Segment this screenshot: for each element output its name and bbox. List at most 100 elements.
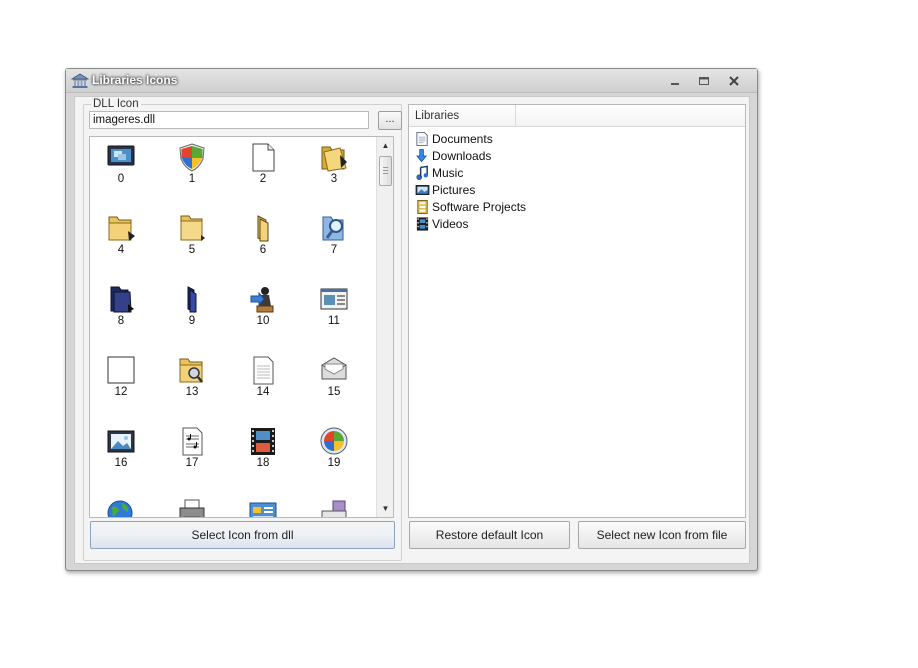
picture-frame-icon <box>107 430 135 453</box>
minimize-icon[interactable] <box>667 75 683 87</box>
restore-default-icon-button[interactable]: Restore default Icon <box>409 521 570 549</box>
dll-icon-list[interactable]: 01234567891011121314151617181920212223 ▲… <box>89 136 394 518</box>
window-title: Libraries Icons <box>92 73 178 87</box>
folder-side-icon <box>257 215 269 242</box>
select-icon-from-dll-button[interactable]: Select Icon from dll <box>90 521 395 549</box>
icon-index-label: 9 <box>188 315 196 327</box>
icon-cell-22[interactable]: 22 <box>238 493 288 517</box>
icon-cell-3[interactable]: 3 <box>309 138 359 198</box>
icon-cell-20[interactable]: 20 <box>96 493 146 517</box>
library-item-label: Software Projects <box>432 200 527 214</box>
icon-index-label: 6 <box>259 244 267 256</box>
icon-index-label: 3 <box>330 173 338 185</box>
downloads-icon <box>416 149 428 163</box>
drive-icon <box>321 500 347 517</box>
mail-envelope-icon <box>321 357 347 380</box>
open-folder-icon <box>321 146 347 172</box>
scroll-thumb[interactable] <box>379 156 392 186</box>
windows-orb-icon <box>320 427 348 455</box>
library-item-label: Pictures <box>432 183 476 197</box>
globe-icon <box>107 500 133 517</box>
chess-piece-icon <box>250 287 274 313</box>
icon-index-label: 16 <box>114 457 128 469</box>
select-new-icon-from-file-button[interactable]: Select new Icon from file <box>578 521 746 549</box>
icon-cell-2[interactable]: 2 <box>238 138 288 198</box>
icon-cell-8[interactable]: 8 <box>96 280 146 340</box>
icon-cell-9[interactable]: 9 <box>167 280 217 340</box>
scroll-down-icon[interactable]: ▼ <box>377 500 393 517</box>
icon-list-scrollbar[interactable]: ▲ ▼ <box>376 137 393 517</box>
libraries-icons-window: Libraries Icons DLL Icon ... 01234567891… <box>65 68 758 571</box>
icon-index-label: 10 <box>256 315 270 327</box>
dark-folder-side-icon <box>187 286 197 313</box>
title-bar[interactable]: Libraries Icons <box>66 69 757 93</box>
icon-cell-23[interactable]: 23 <box>309 493 359 517</box>
icon-cell-14[interactable]: 14 <box>238 351 288 411</box>
library-item-label: Videos <box>432 217 469 231</box>
maximize-icon[interactable] <box>696 75 712 87</box>
icon-cell-12[interactable]: 12 <box>96 351 146 411</box>
software-projects-icon <box>417 199 428 215</box>
dll-path-input[interactable] <box>89 111 369 129</box>
closed-folder-icon <box>180 215 205 241</box>
icon-index-label: 1 <box>188 173 196 185</box>
scroll-up-icon[interactable]: ▲ <box>377 137 393 154</box>
icon-index-label: 12 <box>114 386 128 398</box>
libraries-column-label: Libraries <box>415 110 460 122</box>
icon-cell-4[interactable]: 4 <box>96 209 146 269</box>
icon-index-label: 0 <box>117 173 125 185</box>
icon-cell-6[interactable]: 6 <box>238 209 288 269</box>
icon-index-label: 15 <box>327 386 341 398</box>
documents-icon <box>416 131 428 147</box>
icon-cell-17[interactable]: 17 <box>167 422 217 482</box>
text-document-icon <box>253 356 274 385</box>
film-strip-icon <box>251 428 275 455</box>
libraries-column-header[interactable]: Libraries <box>409 105 745 127</box>
dll-icon-legend: DLL Icon <box>91 98 141 110</box>
pictures-icon <box>415 185 430 195</box>
close-icon[interactable] <box>726 75 742 87</box>
blank-square-icon <box>107 356 135 384</box>
blank-document-icon <box>252 143 275 172</box>
music-icon <box>416 165 428 180</box>
library-item-label: Documents <box>432 132 493 146</box>
printer-icon <box>179 499 205 517</box>
search-folder-icon <box>322 216 344 241</box>
icon-index-label: 18 <box>256 457 270 469</box>
icon-index-label: 11 <box>328 315 340 327</box>
icon-index-label: 7 <box>330 244 338 256</box>
icon-cell-15[interactable]: 15 <box>309 351 359 411</box>
icon-cell-11[interactable]: 11 <box>309 280 359 340</box>
icon-cell-1[interactable]: 1 <box>167 138 217 198</box>
dark-folder-icon <box>110 286 134 313</box>
icon-cell-16[interactable]: 16 <box>96 422 146 482</box>
library-item-label: Downloads <box>432 149 492 163</box>
folder-icon <box>108 216 135 241</box>
library-icon <box>71 73 89 88</box>
icon-cell-19[interactable]: 19 <box>309 422 359 482</box>
icon-cell-21[interactable]: 21 <box>167 493 217 517</box>
icon-index-label: 5 <box>188 244 196 256</box>
libraries-list[interactable]: Libraries Documents Downloads Music Picture… <box>408 104 746 518</box>
browse-button[interactable]: ... <box>378 111 402 130</box>
icon-index-label: 4 <box>117 244 125 256</box>
dialog-client-area: DLL Icon ... 012345678910111213141516171… <box>74 96 750 564</box>
library-item-label: Music <box>432 166 464 180</box>
videos-icon <box>416 217 429 231</box>
icon-index-label: 2 <box>259 173 267 185</box>
music-sheet-icon <box>182 427 203 456</box>
icon-cell-5[interactable]: 5 <box>167 209 217 269</box>
icon-cell-18[interactable]: 18 <box>238 422 288 482</box>
control-panel-icon <box>249 502 277 517</box>
icon-index-label: 19 <box>327 457 341 469</box>
shield-icon <box>179 143 205 172</box>
icon-index-label: 17 <box>185 457 199 469</box>
icon-cell-7[interactable]: 7 <box>309 209 359 269</box>
icon-cell-13[interactable]: 13 <box>167 351 217 411</box>
icon-cell-0[interactable]: 0 <box>96 138 146 198</box>
folder-search-icon <box>179 358 203 383</box>
monitor-icon <box>107 145 135 166</box>
icon-cell-10[interactable]: 10 <box>238 280 288 340</box>
icon-index-label: 8 <box>117 315 125 327</box>
icon-index-label: 13 <box>185 386 199 398</box>
